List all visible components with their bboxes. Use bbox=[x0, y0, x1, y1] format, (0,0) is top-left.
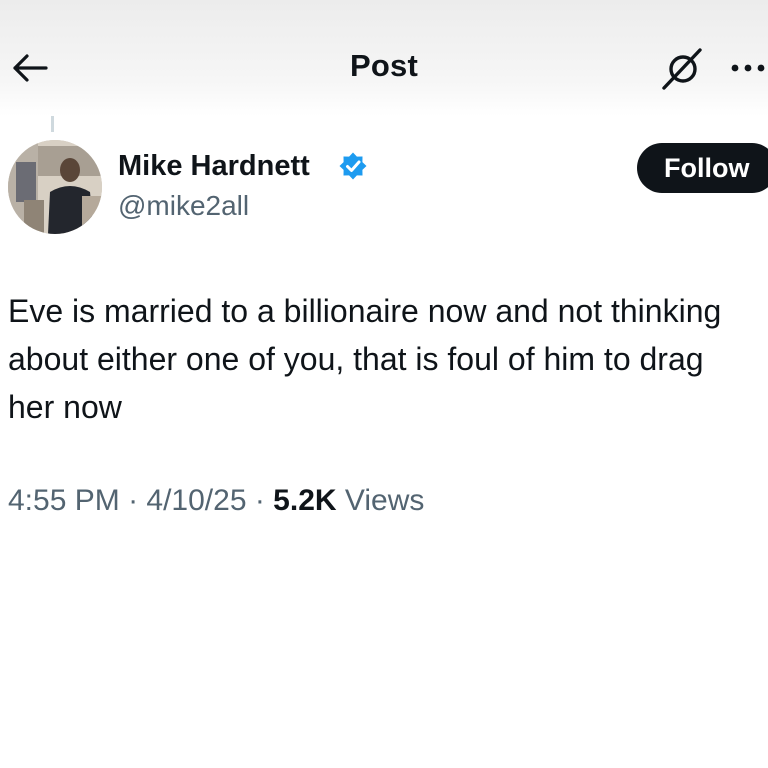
top-navigation-bar: Post bbox=[0, 0, 768, 116]
views-label: Views bbox=[336, 484, 425, 517]
author-handle[interactable]: @mike2all bbox=[118, 190, 249, 222]
more-options-button[interactable] bbox=[728, 58, 768, 78]
grok-button[interactable] bbox=[660, 44, 708, 92]
avatar-photo bbox=[8, 140, 102, 234]
grok-icon bbox=[662, 48, 702, 90]
follow-button[interactable]: Follow bbox=[637, 143, 768, 193]
verified-badge-icon bbox=[338, 151, 368, 181]
post-text: Eve is married to a billionaire now and … bbox=[8, 293, 722, 425]
meta-separator: · bbox=[119, 484, 147, 517]
page-title: Post bbox=[350, 48, 418, 83]
avatar[interactable] bbox=[8, 140, 102, 234]
thread-connector-line bbox=[51, 116, 54, 132]
views-count: 5.2K bbox=[273, 484, 337, 517]
author-display-name[interactable]: Mike Hardnett bbox=[118, 150, 310, 183]
post-date[interactable]: 4/10/25 bbox=[146, 484, 246, 517]
post-time[interactable]: 4:55 PM bbox=[8, 484, 120, 517]
more-horizontal-icon bbox=[731, 64, 765, 72]
meta-separator: · bbox=[246, 484, 274, 517]
post-metadata: 4:55 PM · 4/10/25 · 5.2K Views bbox=[8, 484, 424, 518]
